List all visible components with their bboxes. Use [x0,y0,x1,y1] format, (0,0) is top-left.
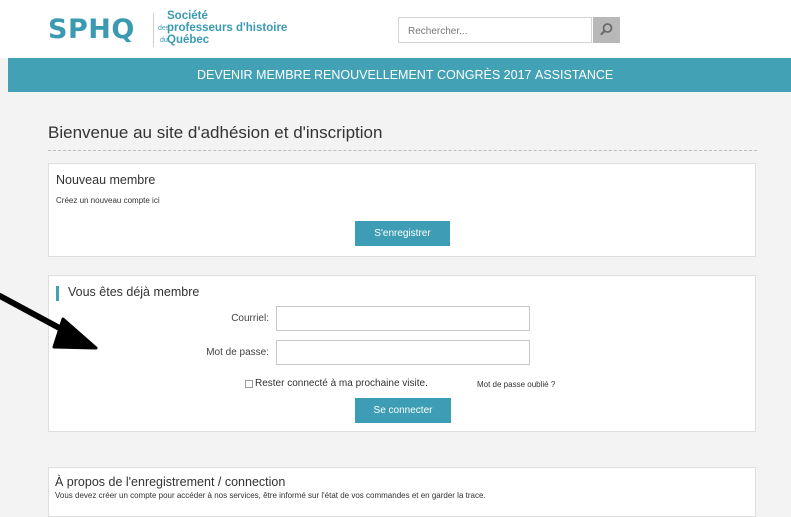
about-text: Vous devez créer un compte pour accéder … [55,491,486,500]
search-button[interactable] [593,17,620,43]
logo-line-1: Société [167,10,208,22]
logo-divider [153,13,154,47]
nav-renouvellement[interactable]: RENOUVELLEMENT [314,68,433,82]
page-title: Bienvenue au site d'adhésion et d'inscri… [48,123,383,142]
login-panel: Vous êtes déjà membre Courriel: Mot de p… [48,275,756,432]
nav-assistance[interactable]: ASSISTANCE [535,68,613,82]
email-label: Courriel: [231,313,269,324]
search-input[interactable] [398,17,592,43]
nav-congres-2017[interactable]: CONGRÈS 2017 [437,68,531,82]
password-field[interactable] [276,340,530,365]
about-panel: À propos de l'enregistrement / connectio… [48,467,756,517]
logo-line-3: Québec [167,34,210,46]
login-button[interactable]: Se connecter [355,398,451,423]
password-label: Mot de passe: [206,347,269,358]
register-button[interactable]: S'enregistrer [355,221,450,246]
main-nav: DEVENIR MEMBRE RENOUVELLEMENT CONGRÈS 20… [8,58,791,92]
new-member-heading: Nouveau membre [56,173,156,187]
remember-me-label[interactable]: Rester connecté à ma prochaine visite. [255,378,428,389]
checkbox-icon[interactable] [245,380,253,388]
logo-line-2: professeurs d'histoire [167,22,288,34]
site-header: SPHQ Société des professeurs d'histoire … [0,0,791,58]
nav-devenir-membre[interactable]: DEVENIR MEMBRE [197,68,311,82]
search-icon [600,23,613,36]
about-heading: À propos de l'enregistrement / connectio… [55,475,286,489]
title-divider [48,150,757,151]
new-member-text: Créez un nouveau compte ici [56,196,160,205]
email-field[interactable] [276,306,530,331]
new-member-panel: Nouveau membre Créez un nouveau compte i… [48,163,756,257]
forgot-password-link[interactable]: Mot de passe oublié ? [477,380,555,389]
logo[interactable]: SPHQ [48,14,135,45]
arrow-icon [0,293,98,350]
